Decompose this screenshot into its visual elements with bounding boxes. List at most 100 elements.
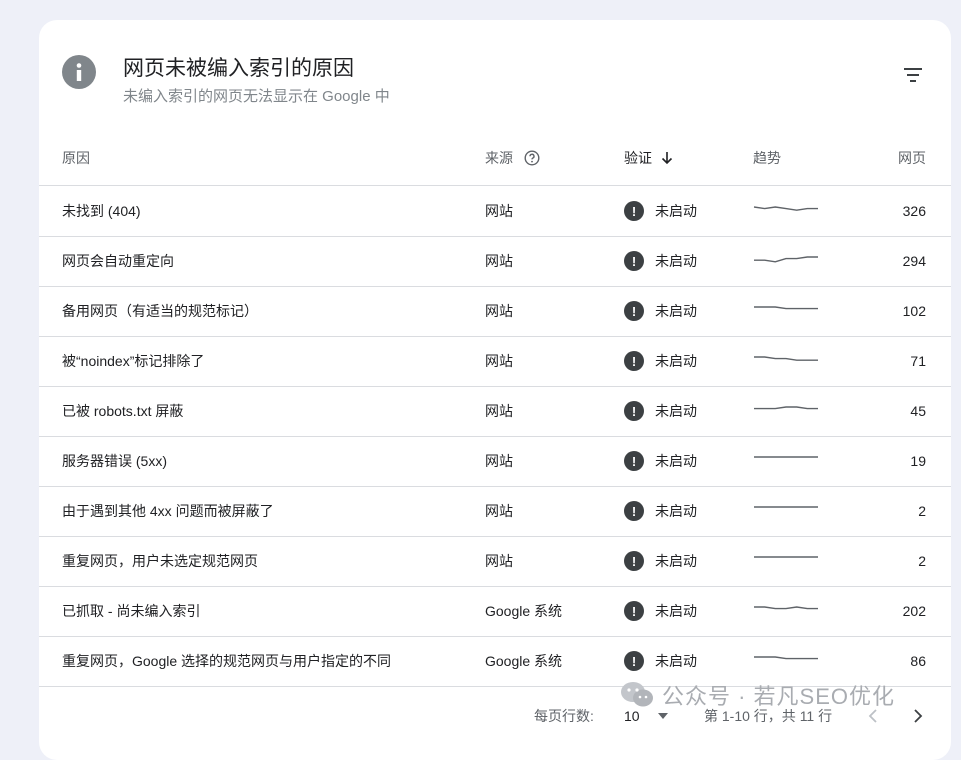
- trend-sparkline: [754, 556, 818, 558]
- row-trend: [753, 586, 819, 636]
- row-validation: ! 未启动: [624, 536, 697, 586]
- table-row[interactable]: 重复网页，用户未选定规范网页 网站! 未启动 2: [39, 536, 951, 587]
- row-validation: ! 未启动: [624, 586, 697, 636]
- row-source: 网站: [485, 353, 513, 369]
- trend-sparkline: [754, 256, 818, 263]
- dropdown-arrow-icon: [657, 713, 668, 719]
- chevron-right-icon[interactable]: [913, 705, 923, 727]
- validation-status: 未启动: [655, 253, 697, 269]
- row-pages: 19: [910, 453, 926, 469]
- row-validation: ! 未启动: [624, 236, 697, 286]
- row-trend: [753, 186, 819, 236]
- table-row[interactable]: 已抓取 - 尚未编入索引 Google 系统 ! 未启动 202: [39, 586, 951, 637]
- row-source: Google 系统: [485, 653, 563, 669]
- row-pages: 86: [910, 653, 926, 669]
- warning-icon: !: [624, 301, 644, 321]
- warning-icon: !: [624, 451, 644, 471]
- row-validation: ! 未启动: [624, 436, 697, 486]
- table-row[interactable]: 未找到 (404) 网站! 未启动 326: [39, 186, 951, 237]
- trend-line: [754, 656, 818, 660]
- validation-status: 未启动: [655, 453, 697, 469]
- table-row[interactable]: 由于遇到其他 4xx 问题而被屏蔽了 网站! 未启动 2: [39, 486, 951, 537]
- column-header-trend[interactable]: 趋势: [753, 148, 781, 168]
- card-subtitle: 未编入索引的网页无法显示在 Google 中: [123, 88, 390, 105]
- trend-sparkline: [754, 606, 818, 610]
- row-pages: 294: [902, 253, 926, 269]
- row-source: 网站: [485, 553, 513, 569]
- row-trend: [753, 286, 819, 336]
- row-validation: ! 未启动: [624, 486, 697, 536]
- trend-line: [754, 356, 818, 361]
- column-header-source-label: 来源: [485, 150, 513, 166]
- trend-line: [754, 256, 818, 263]
- trend-line: [753, 206, 818, 211]
- row-source: 网站: [485, 503, 513, 519]
- trend-line: [754, 606, 818, 610]
- table-row[interactable]: 备用网页（有适当的规范标记） 网站! 未启动 102: [39, 286, 951, 337]
- watermark: 公众号 · 若凡SEO优化: [620, 679, 895, 711]
- rows-per-page-label: 每页行数:: [534, 708, 594, 724]
- row-reason: 重复网页，用户未选定规范网页: [62, 553, 258, 569]
- warning-icon: !: [624, 251, 644, 271]
- column-header-validation-label: 验证: [624, 150, 652, 166]
- row-reason: 已抓取 - 尚未编入索引: [62, 603, 201, 619]
- trend-sparkline: [754, 306, 818, 310]
- row-trend: [753, 386, 819, 436]
- arrow-down-icon: [661, 151, 673, 165]
- validation-status: 未启动: [655, 353, 697, 369]
- row-reason: 未找到 (404): [62, 203, 141, 219]
- row-validation: ! 未启动: [624, 336, 697, 386]
- row-reason: 被“noindex”标记排除了: [62, 353, 205, 369]
- validation-status: 未启动: [655, 553, 697, 569]
- row-validation: ! 未启动: [624, 286, 697, 336]
- row-pages: 202: [902, 603, 926, 619]
- row-pages: 71: [910, 353, 926, 369]
- table-row[interactable]: 网页会自动重定向 网站! 未启动 294: [39, 236, 951, 287]
- warning-icon: !: [624, 551, 644, 571]
- row-pages: 326: [902, 203, 926, 219]
- row-source: 网站: [485, 253, 513, 269]
- warning-icon: !: [624, 351, 644, 371]
- report-card: 网页未被编入索引的原因 未编入索引的网页无法显示在 Google 中 原因 来源…: [39, 20, 951, 760]
- row-validation: ! 未启动: [624, 386, 697, 436]
- trend-sparkline: [754, 406, 818, 410]
- row-pages: 2: [918, 553, 926, 569]
- table-row[interactable]: 已被 robots.txt 屏蔽 网站 ! 未启动 45: [39, 386, 951, 437]
- validation-status: 未启动: [655, 603, 697, 619]
- column-header-validation[interactable]: 验证: [624, 148, 673, 168]
- card-title: 网页未被编入索引的原因: [123, 57, 354, 80]
- row-trend: [753, 336, 819, 386]
- warning-icon: !: [624, 501, 644, 521]
- row-reason: 服务器错误 (5xx): [62, 453, 167, 469]
- warning-icon: !: [624, 201, 644, 221]
- trend-line: [754, 406, 818, 410]
- column-header-reason[interactable]: 原因: [62, 148, 90, 168]
- trend-sparkline: [754, 506, 818, 508]
- row-trend: [753, 536, 819, 586]
- trend-line: [754, 306, 818, 310]
- filter-icon[interactable]: [901, 63, 925, 87]
- trend-sparkline: [754, 456, 818, 458]
- row-source: Google 系统: [485, 603, 563, 619]
- row-reason: 重复网页，Google 选择的规范网页与用户指定的不同: [62, 653, 392, 669]
- row-reason: 已被 robots.txt 屏蔽: [62, 403, 184, 419]
- row-source: 网站: [485, 453, 513, 469]
- row-reason: 备用网页（有适当的规范标记）: [62, 303, 258, 319]
- validation-status: 未启动: [655, 653, 697, 669]
- info-icon: [62, 55, 96, 89]
- trend-sparkline: [754, 656, 818, 660]
- row-source: 网站: [485, 303, 513, 319]
- row-validation: ! 未启动: [624, 186, 697, 236]
- validation-status: 未启动: [655, 203, 697, 219]
- row-pages: 45: [910, 403, 926, 419]
- column-header-pages[interactable]: 网页: [898, 148, 926, 168]
- trend-sparkline: [753, 206, 818, 211]
- row-source: 网站: [485, 203, 513, 219]
- help-icon[interactable]: [524, 150, 540, 166]
- column-header-source[interactable]: 来源: [485, 148, 540, 168]
- row-trend: [753, 486, 819, 536]
- table-row[interactable]: 被“noindex”标记排除了 网站! 未启动 71: [39, 336, 951, 387]
- row-source: 网站: [485, 403, 513, 419]
- table-row[interactable]: 服务器错误 (5xx) 网站! 未启动 19: [39, 436, 951, 487]
- row-trend: [753, 236, 819, 286]
